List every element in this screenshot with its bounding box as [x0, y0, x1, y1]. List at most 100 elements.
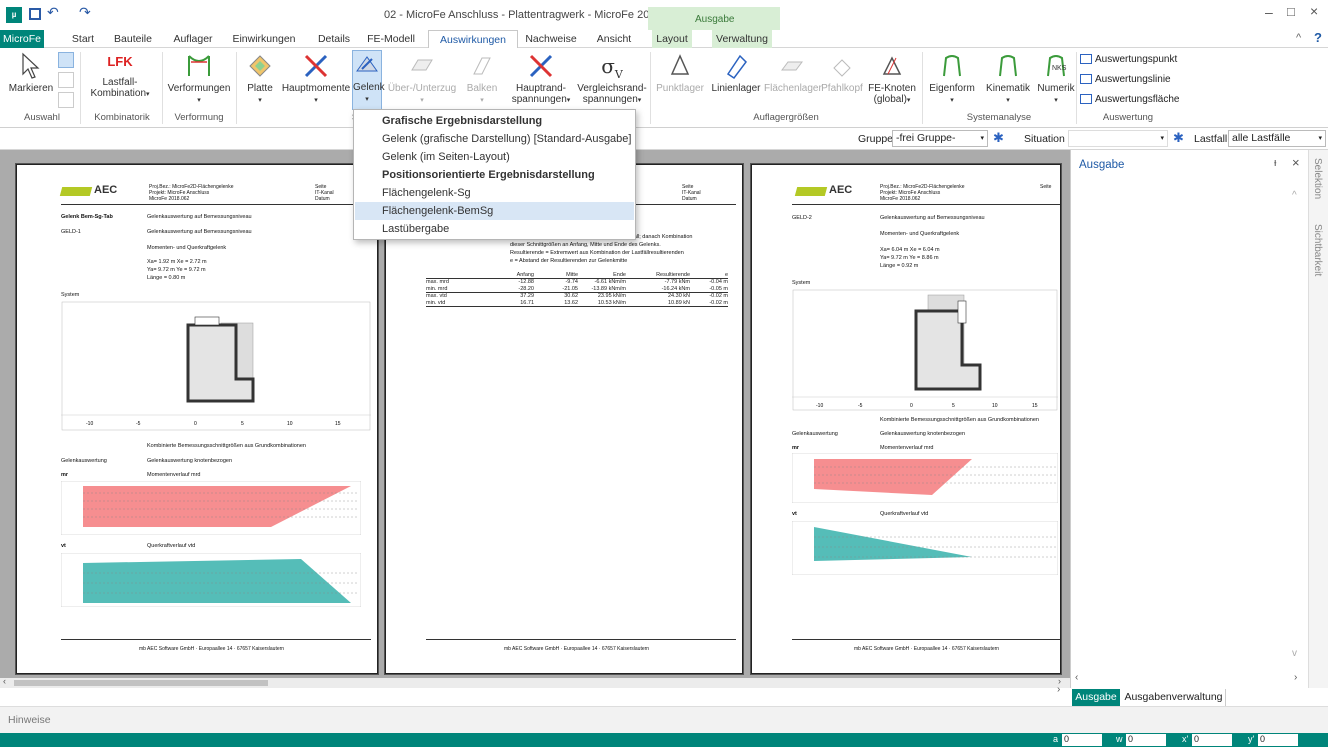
svg-text:0: 0	[910, 403, 913, 409]
menu-item-flaechengelenk-bemsg[interactable]: Flächengelenk-BemSg	[355, 202, 634, 220]
status-x-field[interactable]: 0	[1192, 734, 1232, 746]
tab-einwirkungen[interactable]: Einwirkungen	[230, 30, 298, 48]
tab-layout[interactable]: Layout	[652, 30, 692, 48]
panel-hscroll-right-icon[interactable]: ›	[1294, 672, 1297, 683]
panel-title: Ausgabe	[1079, 159, 1125, 171]
tab-microfe[interactable]: MicroFe	[0, 30, 44, 48]
tab-auflager[interactable]: Auflager	[170, 30, 216, 48]
group-auswahl: Auswahl	[24, 112, 60, 123]
menu-item-lastuebergabe[interactable]: Lastübergabe	[355, 220, 634, 238]
pin-icon[interactable]: ᵼ	[1274, 157, 1276, 169]
fe-node-icon	[882, 56, 902, 75]
eigenform-button[interactable]: Eigenform ▾	[924, 52, 980, 106]
panel-close-icon[interactable]: ×	[1292, 155, 1300, 170]
lastfall-kombination-button[interactable]: LFK Lastfall- Kombination▾	[84, 55, 156, 100]
tab-auswirkungen[interactable]: Auswirkungen	[428, 30, 518, 48]
platte-button[interactable]: Platte ▾	[240, 52, 280, 106]
select-mode-icon-2[interactable]	[58, 72, 74, 88]
redo-icon[interactable]: ↷	[79, 4, 91, 21]
panel-hscroll-left-icon[interactable]: ‹	[1075, 672, 1078, 683]
section-title: Gelenk Bem-Sg-Tab	[61, 214, 113, 220]
fe-knoten-button[interactable]: FE-Knoten (global)▾	[864, 52, 920, 106]
tab-fe-modell[interactable]: FE-Modell	[360, 30, 422, 48]
close-button[interactable]: ×	[1310, 3, 1318, 19]
horizontal-scrollbar[interactable]: ‹ ›	[0, 676, 1070, 688]
tab-verwaltung[interactable]: Verwaltung	[712, 30, 772, 48]
coord-y: Ya= 9.72 m Ye = 9.72 m	[147, 267, 206, 273]
tab-nachweise[interactable]: Nachweise	[522, 30, 580, 48]
hinge-icon	[356, 56, 378, 72]
menu-item-flaechengelenk-sg[interactable]: Flächengelenk-Sg	[355, 184, 634, 202]
help-icon[interactable]: ?	[1314, 30, 1322, 45]
flaechenlager-button[interactable]: Flächenlager	[764, 52, 822, 94]
eigenform-icon	[943, 55, 961, 77]
gear-icon[interactable]: ✱	[993, 130, 1004, 146]
spannungen-label-2: spannungen	[582, 94, 638, 105]
verformungen-button[interactable]: Verformungen ▾	[164, 52, 234, 106]
side-tabs: Selektion Sichtbarkeit	[1308, 150, 1328, 688]
situation-select[interactable]: ▾	[1068, 130, 1168, 147]
side-tab-sichtbarkeit[interactable]: Sichtbarkeit	[1312, 224, 1323, 276]
auswertungspunkt-button[interactable]: Auswertungspunkt	[1080, 54, 1177, 65]
vergleichsrandspannungen-button[interactable]: σV Vergleichsrand- spannungen▾	[576, 52, 648, 106]
kinematik-button[interactable]: Kinematik ▾	[980, 52, 1036, 106]
save-icon[interactable]	[29, 8, 41, 20]
vergleich-label: Vergleichsrand-	[577, 83, 647, 94]
table-row: min. vtd 16.71 13.62 10.53 kN/m 10.89 kN -0.0…	[426, 300, 728, 307]
numerik-button[interactable]: NKS Numerik ▾	[1036, 52, 1076, 106]
scroll-thumb[interactable]	[14, 680, 268, 686]
tab-details[interactable]: Details	[312, 30, 356, 48]
tab-start[interactable]: Start	[62, 30, 104, 48]
svg-text:10: 10	[287, 421, 293, 427]
lastfall-label: Lastfall-	[102, 77, 138, 88]
status-y-field[interactable]: 0	[1258, 734, 1298, 746]
ueber-unterzug-button[interactable]: Über-/Unterzug ▾	[384, 52, 460, 106]
intro-line-2: dieser Schnittgrößen an Anfang, Mitte un…	[510, 242, 661, 248]
auswertungsflaeche-button[interactable]: Auswertungsfläche	[1080, 94, 1180, 105]
select-mode-icon[interactable]	[58, 52, 74, 68]
scroll-left-icon[interactable]: ‹	[3, 676, 6, 686]
select-mode-icon-3[interactable]	[58, 92, 74, 108]
status-a-field[interactable]: 0	[1062, 734, 1102, 746]
gear-icon-2[interactable]: ✱	[1173, 130, 1184, 146]
panel-scroll-down-icon[interactable]: v	[1292, 648, 1297, 659]
maximize-button[interactable]: □	[1287, 4, 1295, 19]
gruppe-select[interactable]: -frei Gruppe- ▾	[892, 130, 988, 147]
balken-button[interactable]: Balken ▾	[460, 52, 504, 106]
panel-scroll-up-icon[interactable]: ^	[1292, 190, 1297, 201]
gruppe-label: Gruppe	[858, 133, 894, 145]
punktlager-button[interactable]: Punktlager	[652, 52, 708, 94]
panel-tab-ausgabe[interactable]: Ausgabe	[1072, 689, 1120, 706]
system-label: System	[792, 280, 811, 286]
numerik-label: Numerik	[1037, 83, 1075, 94]
balken-icon	[473, 57, 491, 75]
kombination-label: Kombination	[90, 88, 147, 99]
hauptrandspannungen-button[interactable]: Hauptrand- spannungen▾	[506, 52, 576, 106]
tab-bauteile[interactable]: Bauteile	[110, 30, 156, 48]
gelenk-button[interactable]: Gelenk ▾	[352, 50, 385, 110]
mr-label: mr	[61, 472, 69, 478]
coord-x: Xa= 6.04 m Xe = 6.04 m	[880, 247, 940, 253]
markieren-button[interactable]: Markieren	[6, 52, 56, 94]
markieren-label: Markieren	[8, 83, 54, 94]
linienlager-button[interactable]: Linienlager	[708, 52, 764, 94]
panel-tab-ausgabenverwaltung[interactable]: Ausgabenverwaltung	[1122, 689, 1226, 706]
minimize-button[interactable]: –	[1265, 4, 1273, 20]
auswertungslinie-button[interactable]: Auswertungslinie	[1080, 74, 1171, 85]
status-a-label: a	[1053, 734, 1059, 744]
collapse-ribbon-icon[interactable]: ^	[1296, 32, 1301, 44]
hauptmomente-button[interactable]: Hauptmomente ▾	[280, 52, 352, 106]
menu-item-gelenk-standard[interactable]: Gelenk (grafische Darstellung) [Standard…	[355, 130, 634, 148]
tab-ansicht[interactable]: Ansicht	[590, 30, 638, 48]
lastfall-select[interactable]: alle Lastfälle ▾	[1228, 130, 1326, 147]
status-w-field[interactable]: 0	[1126, 734, 1166, 746]
svg-text:5: 5	[952, 403, 955, 409]
group-verformung: Verformung	[174, 112, 224, 123]
balken-label: Balken	[466, 83, 498, 94]
pfahlkopf-label: Pfahlkopf	[821, 83, 863, 94]
pfahlkopf-button[interactable]: Pfahlkopf	[820, 52, 864, 94]
menu-item-gelenk-layout[interactable]: Gelenk (im Seiten-Layout)	[355, 148, 634, 166]
undo-icon[interactable]: ↶	[47, 4, 59, 21]
panel-expand-icon[interactable]: ›	[1057, 684, 1060, 695]
side-tab-selektion[interactable]: Selektion	[1312, 158, 1323, 199]
